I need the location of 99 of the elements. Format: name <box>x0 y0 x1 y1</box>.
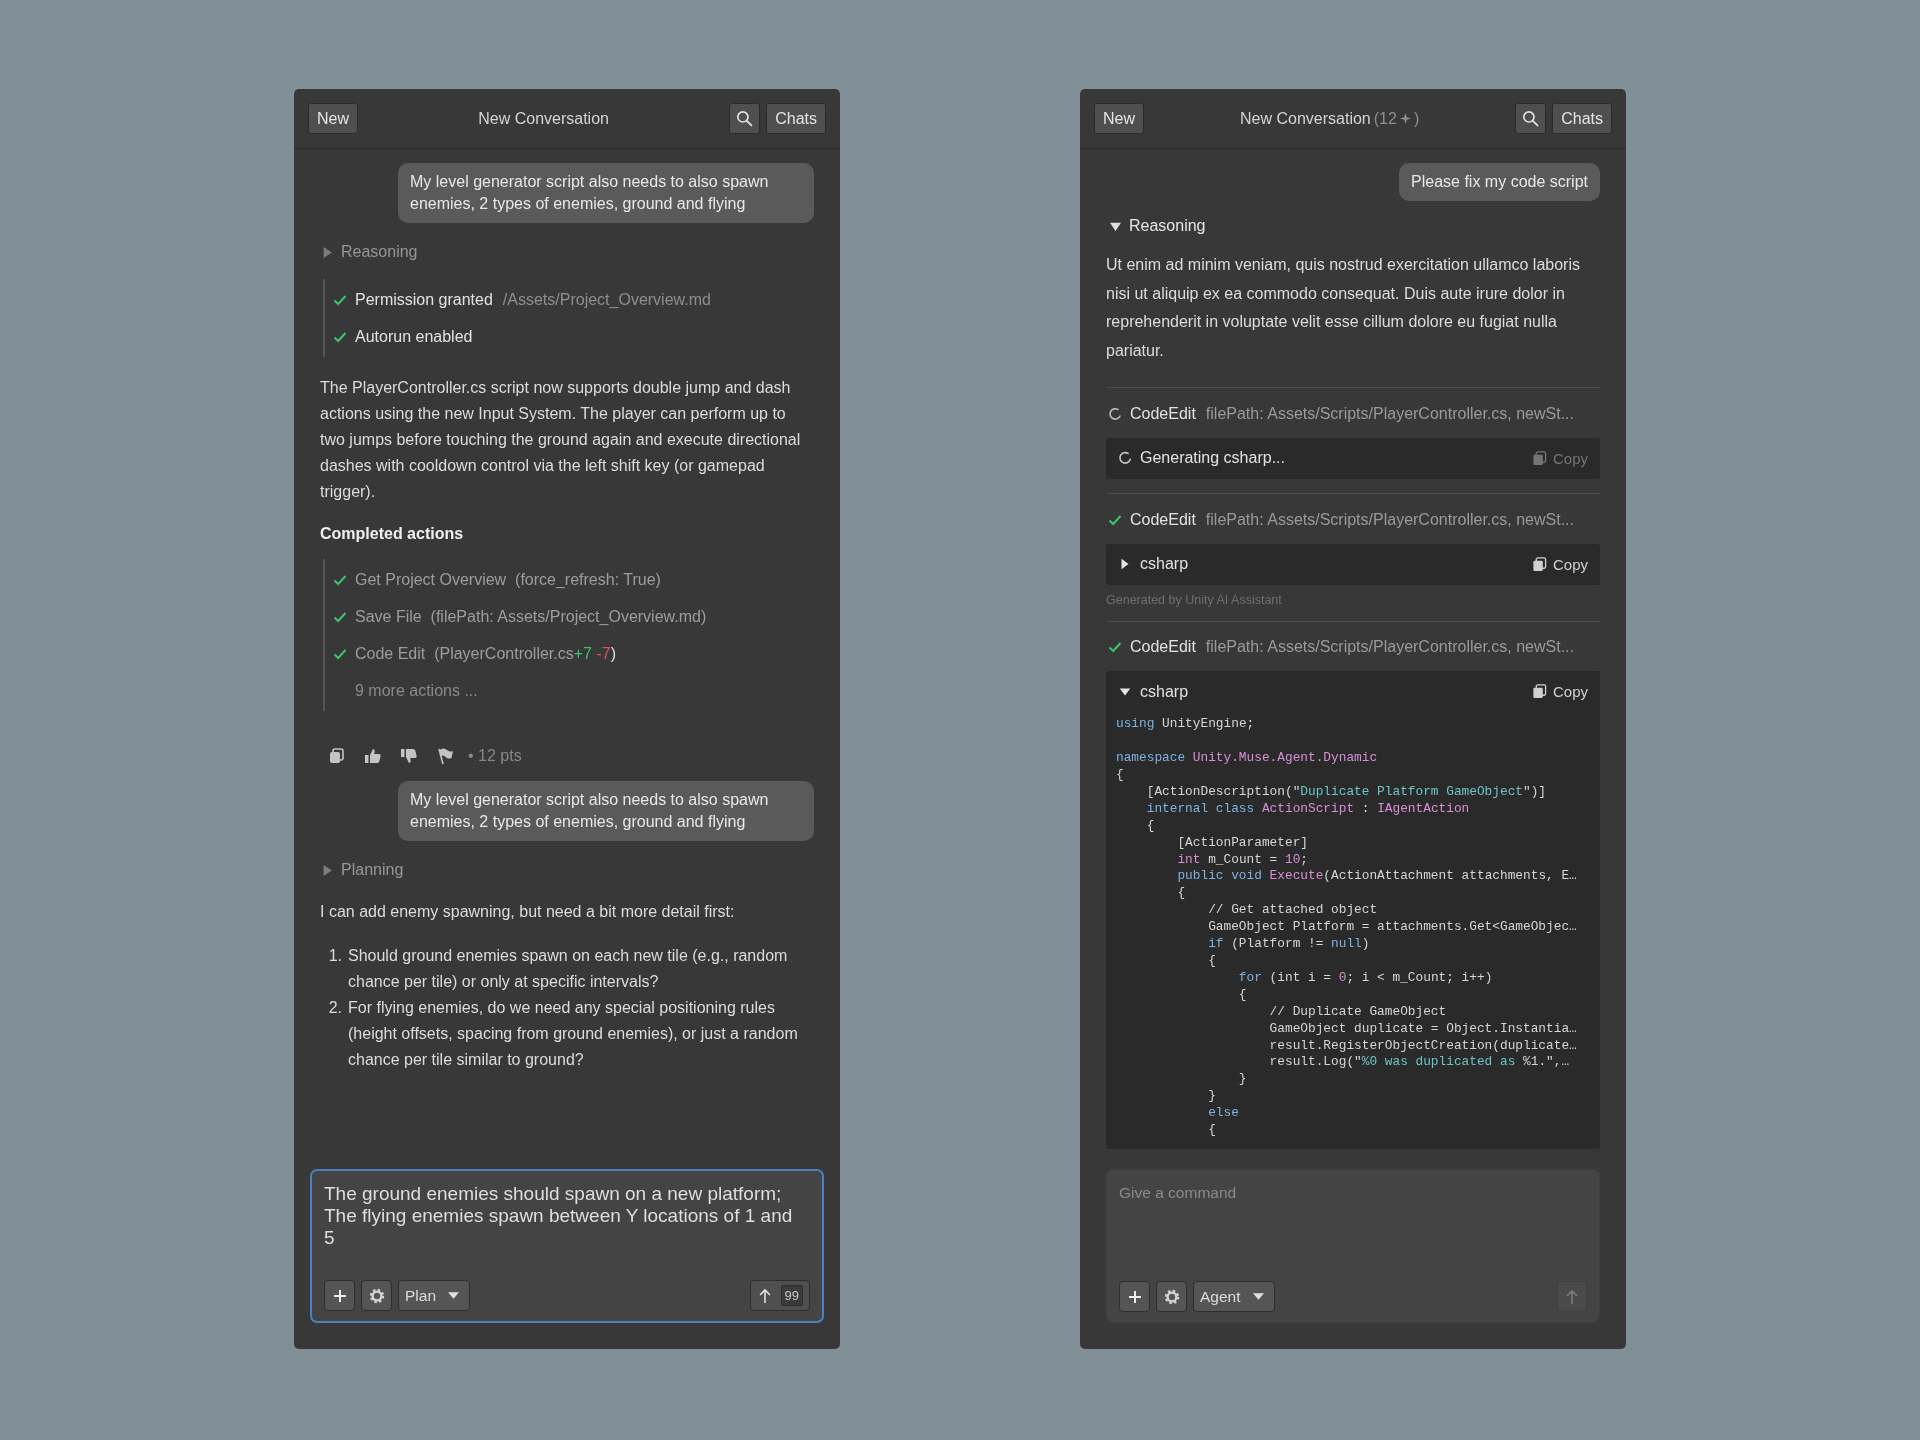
action-item: Code Edit (PlayerController.cs+7 -7) <box>355 644 617 663</box>
response-text: Ut enim ad minim veniam, quis nostrud exercitation ullamco laboris nisi ut aliquip ex ea commodo consequat. Duis aute irure dolor in reprehenderit in voluptate velit esse cillum dolore eu fugiat nulla pariatur. <box>1106 255 1581 361</box>
user-message: My level generator script also needs to also spawn enemies, 2 types of enemies, ground and flying <box>398 781 814 841</box>
gear-icon <box>368 1287 385 1304</box>
code-line: public void Execute(ActionAttachment attachments, E… <box>1176 868 1578 886</box>
code-line: using UnityEngine; <box>1116 716 1256 734</box>
list-number: 1. <box>327 946 342 966</box>
mode-dropdown[interactable]: Agent <box>1193 1281 1275 1312</box>
code-line: GameObject duplicate = Object.Instantia… <box>1268 1020 1578 1038</box>
code-line: // Get attached object <box>1207 902 1379 920</box>
message-input-box[interactable]: The ground enemies should spawn on a new platform; The flying enemies spawn between Y locations of 1 and 5 Plan 99 <box>310 1169 824 1323</box>
new-button[interactable]: New <box>1094 103 1144 134</box>
tool-name: CodeEdit <box>1130 638 1196 657</box>
settings-button[interactable] <box>1156 1281 1187 1312</box>
tool-arguments: filePath: Assets/Scripts/PlayerController.cs, newSt... <box>1205 510 1574 529</box>
more-actions-link[interactable]: 9 more actions ... <box>355 681 478 700</box>
mode-dropdown[interactable]: Plan <box>398 1280 471 1311</box>
copy-button[interactable]: Copy <box>1531 683 1588 701</box>
code-line: result.RegisterObjectCreation(duplicate… <box>1268 1037 1578 1055</box>
points-bracket: ) <box>1413 109 1420 128</box>
code-language-label: csharp <box>1140 555 1190 574</box>
code-line: { <box>1176 885 1187 903</box>
search-button[interactable] <box>1515 103 1547 134</box>
gear-icon <box>1163 1288 1180 1305</box>
search-icon <box>736 110 754 127</box>
caret-down-icon <box>1252 1293 1264 1300</box>
plus-icon <box>1126 1288 1143 1305</box>
thumbs-down-icon[interactable] <box>400 747 418 765</box>
points-label: • 12 pts <box>468 747 522 765</box>
code-line: { <box>1207 953 1217 970</box>
list-item-text: For flying enemies, do we need any special positioning rules (height offsets, spacing from ground enemies), or just a random chance per tile similar to ground? <box>348 998 799 1070</box>
response-text: I can add enemy spawning, but need a bit more detail first: <box>320 902 736 922</box>
user-message: Please fix my code script <box>1399 163 1600 201</box>
code-line: [ActionParameter] <box>1176 834 1309 852</box>
status-label: Autorun enabled <box>355 327 473 346</box>
flag-icon[interactable] <box>436 747 454 765</box>
response-text: The PlayerController.cs script now supports double jump and dash actions using the new Input System. The player can perform up to two jumps before touching the ground again and execute directional dashes with cooldown control via the left shift key (or gamepad trigger). <box>320 378 802 502</box>
action-item: Save File (filePath: Assets/Project_Overview.md) <box>355 607 707 626</box>
code-line: [ActionDescription("Duplicate Platform GameObject")] <box>1145 783 1548 801</box>
section-toggle[interactable]: Reasoning <box>322 243 418 261</box>
chats-button[interactable]: Chats <box>766 103 826 134</box>
status-label: Permission granted <box>355 290 493 309</box>
code-line: internal class ActionScript : IAgentAction <box>1145 800 1471 818</box>
message-field[interactable]: Give a command <box>1119 1182 1589 1281</box>
code-line: { <box>1116 767 1125 784</box>
tool-name: CodeEdit <box>1130 404 1196 423</box>
sparkle-icon <box>1399 113 1411 124</box>
code-line: if (Platform != null) <box>1207 936 1371 953</box>
caret-down-icon <box>448 1292 460 1299</box>
add-button[interactable] <box>1119 1281 1150 1312</box>
tool-name: CodeEdit <box>1130 510 1196 529</box>
list-item-text: Should ground enemies spawn on each new tile (e.g., random chance per tile) or only at specific intervals? <box>348 946 789 992</box>
section-toggle[interactable]: Reasoning <box>1110 217 1206 235</box>
copy-icon <box>1531 684 1547 700</box>
chats-button[interactable]: Chats <box>1552 103 1612 134</box>
copy-icon <box>1531 556 1547 572</box>
user-message: My level generator script also needs to also spawn enemies, 2 types of enemies, ground and flying <box>398 163 814 223</box>
tool-arguments: filePath: Assets/Scripts/PlayerController.cs, newSt... <box>1205 404 1574 423</box>
action-item: Get Project Overview (force_refresh: True) <box>355 570 661 589</box>
section-heading: Completed actions <box>320 525 465 543</box>
file-path: /Assets/Project_Overview.md <box>502 290 711 309</box>
code-line: for (int i = 0; i < m_Count; i++) <box>1237 969 1494 987</box>
search-icon <box>1522 110 1540 127</box>
code-line: GameObject Platform = attachments.Get<GameObjec… <box>1207 919 1578 937</box>
thumbs-up-icon[interactable] <box>364 747 382 765</box>
list-number: 2. <box>327 998 342 1018</box>
arrow-up-icon <box>1564 1288 1580 1305</box>
send-button[interactable]: 99 <box>749 1280 810 1311</box>
code-line: { <box>1145 817 1156 835</box>
section-toggle[interactable]: Planning <box>322 861 404 879</box>
code-line: int m_Count = 10; <box>1176 851 1309 869</box>
code-language-label: csharp <box>1140 682 1190 701</box>
code-line: { <box>1207 1122 1217 1139</box>
copy-icon <box>1531 450 1547 466</box>
count-badge: 99 <box>780 1285 803 1306</box>
copy-icon[interactable] <box>328 747 346 765</box>
tool-arguments: filePath: Assets/Scripts/PlayerController.cs, newSt... <box>1205 638 1574 657</box>
code-line: } <box>1207 1088 1217 1106</box>
search-button[interactable] <box>729 103 761 134</box>
code-line: { <box>1237 986 1248 1004</box>
code-line: } <box>1237 1071 1248 1089</box>
settings-button[interactable] <box>361 1280 392 1311</box>
code-line: result.Log("%0 was duplicated as %1.",… <box>1268 1054 1571 1072</box>
window-title: New Conversation <box>478 109 609 128</box>
new-button[interactable]: New <box>308 103 358 134</box>
code-line: else <box>1207 1105 1240 1123</box>
copy-button[interactable]: Copy <box>1531 555 1588 573</box>
caret-down-icon <box>1110 220 1121 232</box>
code-language-label: Generating csharp... <box>1140 449 1286 468</box>
caret-right-icon <box>322 246 333 258</box>
code-line: // Duplicate GameObject <box>1268 1003 1448 1021</box>
plus-icon <box>331 1287 348 1304</box>
message-field[interactable]: The ground enemies should spawn on a new platform; The flying enemies spawn between Y locations of 1 and 5 <box>324 1183 794 1280</box>
caret-right-icon <box>322 864 333 876</box>
message-input-box[interactable]: Give a command Agent <box>1106 1169 1600 1323</box>
points-count: (12 <box>1373 109 1397 128</box>
add-button[interactable] <box>324 1280 355 1311</box>
code-line: namespace Unity.Muse.Agent.Dynamic <box>1116 750 1379 768</box>
window-title: New Conversation <box>1240 109 1371 128</box>
